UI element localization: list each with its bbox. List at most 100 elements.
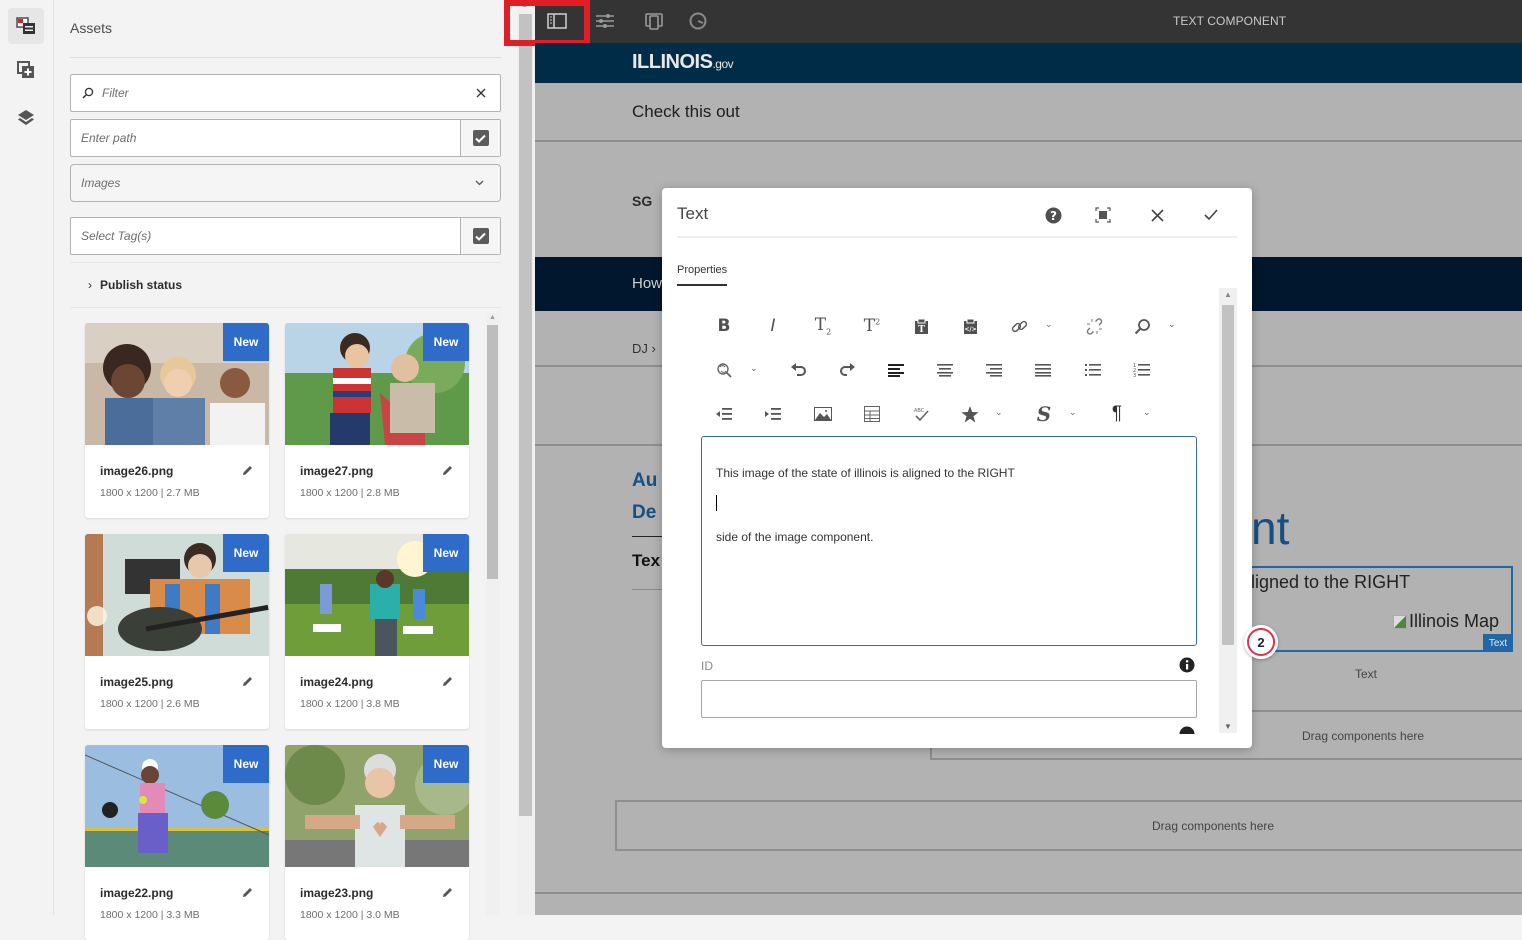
spellcheck-button[interactable]: ABC	[907, 400, 935, 428]
insert-table-button[interactable]	[858, 400, 886, 428]
scrollbar-thumb[interactable]	[1222, 305, 1234, 645]
emulator-button[interactable]	[643, 10, 665, 32]
rail-assets-button[interactable]	[8, 8, 44, 44]
page-properties-icon	[596, 14, 614, 28]
find-replace-dropdown-chevron-icon[interactable]: ⌄	[750, 363, 758, 374]
page-heading[interactable]: Au De	[632, 465, 657, 529]
find-dropdown-chevron-icon[interactable]: ⌄	[1168, 319, 1176, 330]
paragraph-format-button[interactable]: ¶	[1103, 400, 1131, 428]
asset-card[interactable]: New image23.png 1800 x 1200 | 3.0 MB	[285, 745, 469, 940]
edit-icon[interactable]	[442, 676, 453, 687]
numbered-list-button[interactable]: 123	[1128, 356, 1156, 384]
asset-grid-scrollbar[interactable]: ▲	[486, 313, 500, 915]
undo-button[interactable]	[784, 356, 812, 384]
publish-status-toggle[interactable]: › Publish status	[70, 262, 501, 308]
scroll-up-arrow-icon[interactable]: ▲	[489, 314, 496, 321]
info-icon[interactable]	[1179, 726, 1195, 734]
side-panel-toggle-icon	[547, 13, 567, 29]
tags-field[interactable]: Select Tag(s)	[70, 217, 501, 255]
find-replace-button[interactable]	[710, 356, 738, 384]
edit-icon[interactable]	[242, 676, 253, 687]
asset-card[interactable]: New image24.png 1800 x 1200 | 3.8 MB	[285, 534, 469, 729]
page-properties-button[interactable]	[594, 10, 616, 32]
done-button[interactable]	[1200, 204, 1222, 226]
scrollbar-thumb[interactable]	[487, 325, 498, 579]
asset-type-select[interactable]: Images	[70, 164, 501, 202]
asset-card[interactable]: New image22.png 1800 x 1200 | 3.3 MB	[85, 745, 269, 940]
help-button[interactable]: ?	[1042, 204, 1064, 226]
editor-line: This image of the state of illinois is a…	[716, 466, 1015, 480]
styles-button[interactable]: S	[1030, 400, 1058, 428]
link-button[interactable]	[1005, 312, 1033, 340]
paragraph-dropdown-chevron-icon[interactable]: ⌄	[1143, 407, 1151, 418]
bullet-list-button[interactable]	[1079, 356, 1107, 384]
search-icon	[82, 87, 94, 99]
id-input[interactable]	[701, 680, 1197, 718]
paste-word-button[interactable]: </>	[956, 312, 984, 340]
asset-card[interactable]: New image26.png 1800 x 1200 | 2.7 MB	[85, 323, 269, 518]
rail-content-tree-button[interactable]	[8, 100, 44, 136]
edit-icon[interactable]	[242, 465, 253, 476]
timewarp-button[interactable]	[687, 10, 709, 32]
nav-item[interactable]: How	[632, 275, 662, 292]
scrollbar-thumb[interactable]	[519, 14, 532, 816]
panel-scrollbar[interactable]: ▲	[517, 0, 535, 915]
page-text-check-this-out[interactable]: Check this out	[632, 102, 740, 122]
subscript-button[interactable]: T2	[809, 312, 837, 340]
path-confirm-button[interactable]	[460, 120, 500, 156]
large-heading-fragment[interactable]: nt	[1251, 501, 1289, 555]
paste-plain-text-button[interactable]: T	[907, 312, 935, 340]
asset-card[interactable]: New image25.png 1800 x 1200 | 2.6 MB	[85, 534, 269, 729]
italic-button[interactable]: I	[759, 312, 787, 340]
rich-text-editor[interactable]: This image of the state of illinois is a…	[701, 436, 1197, 646]
edit-icon[interactable]	[242, 887, 253, 898]
drop-zone[interactable]: Drag components here	[615, 800, 1522, 851]
page-subheading[interactable]: Tex	[632, 551, 660, 571]
link-dropdown-chevron-icon[interactable]: ⌄	[1045, 319, 1053, 330]
emulator-icon	[645, 13, 663, 30]
info-icon[interactable]	[1179, 657, 1195, 673]
new-badge: New	[423, 745, 469, 783]
redo-button[interactable]	[833, 356, 861, 384]
edit-icon[interactable]	[442, 465, 453, 476]
edit-icon[interactable]	[442, 887, 453, 898]
asset-grid: New image26.png 1800 x 1200 | 2.7 MB New…	[85, 323, 475, 940]
filter-field[interactable]: Filter	[70, 74, 501, 112]
logo-suffix: .gov	[712, 57, 734, 71]
breadcrumb[interactable]: DJ ›	[632, 341, 656, 356]
redo-icon	[839, 363, 855, 376]
superscript-button[interactable]: T2	[858, 312, 886, 340]
help-icon: ?	[1045, 207, 1061, 223]
scroll-up-arrow-icon[interactable]: ▲	[521, 2, 528, 9]
scroll-down-arrow-icon[interactable]: ▼	[1224, 722, 1232, 731]
rail-components-button[interactable]	[8, 52, 44, 88]
unlink-button[interactable]	[1080, 312, 1108, 340]
special-chars-button[interactable]	[956, 400, 984, 428]
cancel-button[interactable]	[1146, 204, 1168, 226]
text-component-placeholder[interactable]: Text	[1355, 667, 1377, 681]
indent-button[interactable]	[759, 400, 787, 428]
align-right-button[interactable]	[980, 356, 1008, 384]
asset-name: image22.png	[100, 886, 174, 900]
justify-button[interactable]	[1029, 356, 1057, 384]
bold-button[interactable]: B	[710, 312, 738, 340]
asset-card[interactable]: New image27.png 1800 x 1200 | 2.8 MB	[285, 323, 469, 518]
outdent-button[interactable]	[710, 400, 738, 428]
clear-icon[interactable]	[476, 88, 486, 98]
styles-dropdown-chevron-icon[interactable]: ⌄	[1069, 407, 1077, 418]
align-center-button[interactable]	[931, 356, 959, 384]
path-field[interactable]: Enter path	[70, 119, 501, 157]
annotation-badge[interactable]: 2	[1244, 625, 1278, 659]
toggle-side-panel-button[interactable]	[546, 10, 568, 32]
insert-image-button[interactable]	[809, 400, 837, 428]
scroll-up-arrow-icon[interactable]: ▲	[1224, 290, 1232, 299]
new-badge: New	[223, 323, 269, 361]
fullscreen-button[interactable]	[1092, 204, 1114, 226]
tab-properties[interactable]: Properties	[677, 264, 728, 286]
dialog-scrollbar[interactable]: ▲ ▼	[1219, 288, 1237, 733]
divider	[535, 892, 1522, 894]
find-button[interactable]	[1128, 312, 1156, 340]
special-chars-dropdown-chevron-icon[interactable]: ⌄	[995, 407, 1003, 418]
tags-confirm-button[interactable]	[460, 218, 500, 254]
align-left-button[interactable]	[882, 356, 910, 384]
